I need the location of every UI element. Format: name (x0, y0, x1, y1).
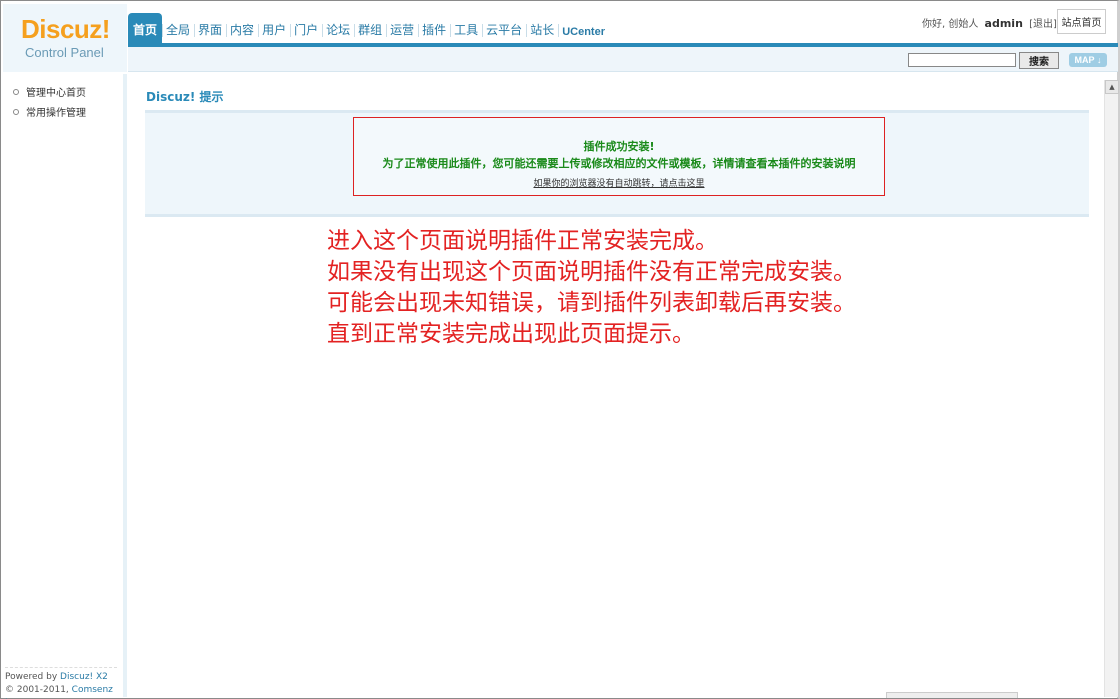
nav-item-users[interactable]: 用户 (258, 13, 290, 43)
nav-item-ucenter[interactable]: UCenter (558, 13, 609, 43)
notice-panel: 插件成功安装! 为了正常使用此插件，您可能还需要上传或修改相应的文件或模板，详情… (145, 110, 1089, 217)
search-input[interactable] (908, 53, 1016, 67)
site-home-button[interactable]: 站点首页 (1057, 9, 1106, 34)
circle-bullet-icon (13, 88, 19, 95)
notice-box: 插件成功安装! 为了正常使用此插件，您可能还需要上传或修改相应的文件或模板，详情… (353, 117, 885, 196)
nav-item-webmaster[interactable]: 站长 (526, 13, 558, 43)
status-strip (886, 692, 1018, 698)
greeting: 你好, 创始人 (922, 19, 979, 30)
copyright: © 2001-2011, Comsenz Inc. (5, 684, 117, 699)
logo: Discuz! (21, 14, 110, 44)
notice-text: 为了正常使用此插件，您可能还需要上传或修改相应的文件或模板，详情请查看本插件的安… (382, 157, 856, 170)
annotation-line: 直到正常安装完成出现此页面提示。 (327, 321, 695, 347)
top-nav: 首页 全局 界面 内容 用户 门户 论坛 群组 运营 插件 工具 云平台 站长 … (128, 13, 609, 43)
circle-bullet-icon (13, 108, 19, 115)
nav-item-portal[interactable]: 门户 (290, 13, 322, 43)
page-title: Discuz! 提示 (146, 90, 224, 104)
search-button[interactable]: 搜索 (1019, 52, 1059, 69)
nav-item-forum[interactable]: 论坛 (322, 13, 354, 43)
nav-item-operations[interactable]: 运营 (386, 13, 418, 43)
arrow-down-icon: ↓ (1094, 55, 1102, 65)
nav-item-plugins[interactable]: 插件 (418, 13, 450, 43)
annotation-line: 可能会出现未知错误，请到插件列表卸载后再安装。 (327, 290, 856, 316)
annotation-line: 进入这个页面说明插件正常安装完成。 (327, 228, 718, 254)
sidebar: 管理中心首页 常用操作管理 Powered by Discuz! X2 © 20… (1, 74, 127, 699)
nav-item-tools[interactable]: 工具 (450, 13, 482, 43)
sidebar-item-label: 常用操作管理 (26, 108, 86, 119)
nav-item-cloud[interactable]: 云平台 (482, 13, 526, 43)
sidebar-item-label: 管理中心首页 (26, 88, 86, 99)
logout-link[interactable]: [退出] (1029, 19, 1057, 30)
nav-item-interface[interactable]: 界面 (194, 13, 226, 43)
footer: Powered by Discuz! X2 © 2001-2011, Comse… (5, 667, 117, 699)
powered-by: Powered by Discuz! X2 (5, 672, 108, 682)
nav-item-home[interactable]: 首页 (128, 13, 163, 43)
logo-subtitle: Control Panel (25, 45, 104, 60)
annotation-line: 如果没有出现这个页面说明插件没有正常完成安装。 (327, 259, 856, 285)
username[interactable]: admin (985, 17, 1023, 30)
sidebar-item-common-ops[interactable]: 常用操作管理 (13, 104, 86, 119)
user-info: 你好, 创始人 admin [退出] (922, 15, 1057, 30)
nav-item-content[interactable]: 内容 (226, 13, 258, 43)
main-content: Discuz! 提示 插件成功安装! 为了正常使用此插件，您可能还需要上传或修改… (131, 74, 1104, 697)
notice-title: 插件成功安装! (583, 140, 655, 153)
scroll-up-icon[interactable]: ▲ (1105, 80, 1119, 94)
redirect-link[interactable]: 如果你的浏览器没有自动跳转，请点击这里 (354, 176, 884, 189)
map-button[interactable]: MAP ↓ (1069, 53, 1107, 67)
sidebar-item-admin-home[interactable]: 管理中心首页 (13, 84, 86, 99)
vertical-scrollbar[interactable]: ▲ (1104, 80, 1119, 697)
nav-item-global[interactable]: 全局 (162, 13, 194, 43)
logo-box[interactable]: Discuz! Control Panel (3, 4, 127, 72)
annotation-text: 进入这个页面说明插件正常安装完成。 如果没有出现这个页面说明插件没有正常完成安装… (327, 226, 856, 350)
map-label: MAP (1074, 55, 1095, 65)
nav-item-groups[interactable]: 群组 (354, 13, 386, 43)
discuz-link[interactable]: Discuz! X2 (60, 672, 108, 682)
